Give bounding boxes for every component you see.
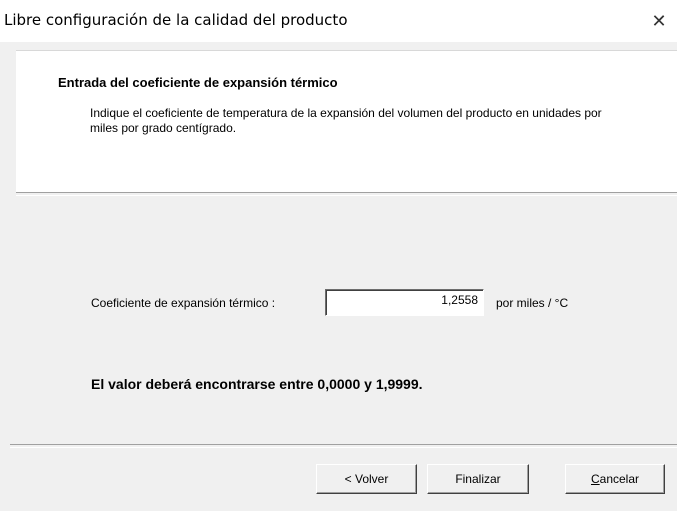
- cancel-mnemonic: C: [590, 472, 600, 486]
- back-button[interactable]: < Volver: [316, 464, 417, 494]
- finish-button[interactable]: Finalizar: [427, 464, 529, 494]
- footer-divider: [10, 444, 677, 448]
- cancel-label-rest: ancelar: [599, 472, 640, 486]
- title-bar[interactable]: Libre configuración de la calidad del pr…: [0, 0, 677, 42]
- window-title: Libre configuración de la calidad del pr…: [4, 11, 348, 29]
- coefficient-input[interactable]: 1,2558: [325, 289, 484, 316]
- coefficient-label: Coeficiente de expansión térmico :: [91, 296, 276, 310]
- page-description: Indique el coeficiente de temperatura de…: [90, 106, 602, 135]
- dialog-window: Libre configuración de la calidad del pr…: [0, 0, 677, 511]
- page-title: Entrada del coeficiente de expansión tér…: [58, 75, 338, 90]
- range-message: El valor deberá encontrarse entre 0,0000…: [91, 376, 423, 392]
- cancel-button[interactable]: Cancelar: [565, 464, 665, 494]
- header-divider: [16, 192, 677, 196]
- unit-label: por miles / °C: [496, 296, 569, 310]
- close-icon[interactable]: ✕: [641, 6, 677, 36]
- wizard-header: Entrada del coeficiente de expansión tér…: [16, 50, 677, 193]
